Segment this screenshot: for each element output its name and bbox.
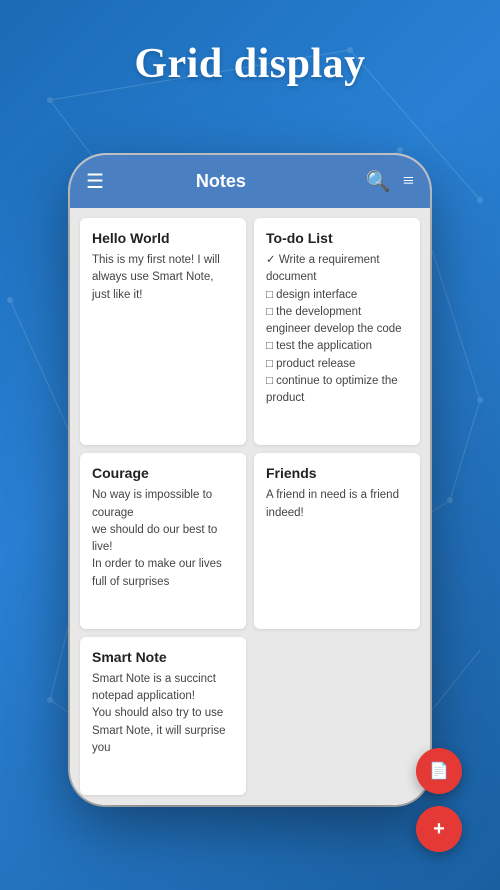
phone-mockup: ☰ Notes 🔍 ≡ Hello World This is my first…	[70, 155, 430, 805]
note-body: Smart Note is a succinct notepad applica…	[92, 671, 234, 757]
doc-icon: 📄	[429, 761, 449, 781]
note-card-smart-note[interactable]: Smart Note Smart Note is a succinct note…	[80, 637, 246, 795]
note-title: Courage	[92, 465, 234, 481]
note-body: No way is impossible to courage we shoul…	[92, 487, 234, 591]
note-body: This is my first note! I will always use…	[92, 252, 234, 304]
add-icon: +	[433, 818, 445, 841]
new-note-doc-button[interactable]: 📄	[416, 748, 462, 794]
app-bar-title: Notes	[88, 171, 354, 192]
note-body: A friend in need is a friend indeed!	[266, 487, 408, 522]
note-title: To-do List	[266, 230, 408, 246]
search-icon[interactable]: 🔍	[366, 169, 391, 194]
note-title: Hello World	[92, 230, 234, 246]
note-body: ✓ Write a requirement document □ design …	[266, 252, 408, 407]
app-bar: ☰ Notes 🔍 ≡	[70, 155, 430, 208]
add-note-button[interactable]: +	[416, 806, 462, 852]
notes-grid: Hello World This is my first note! I wil…	[70, 208, 430, 805]
note-card-to-do-list[interactable]: To-do List ✓ Write a requirement documen…	[254, 218, 420, 445]
page-title: Grid display	[0, 0, 500, 118]
note-card-courage[interactable]: Courage No way is impossible to courage …	[80, 453, 246, 629]
fab-container: 📄 +	[416, 748, 462, 852]
note-title: Smart Note	[92, 649, 234, 665]
note-card-hello-world[interactable]: Hello World This is my first note! I wil…	[80, 218, 246, 445]
note-card-friends[interactable]: Friends A friend in need is a friend ind…	[254, 453, 420, 629]
filter-icon[interactable]: ≡	[403, 170, 414, 193]
phone-inner: ☰ Notes 🔍 ≡ Hello World This is my first…	[70, 155, 430, 805]
note-title: Friends	[266, 465, 408, 481]
